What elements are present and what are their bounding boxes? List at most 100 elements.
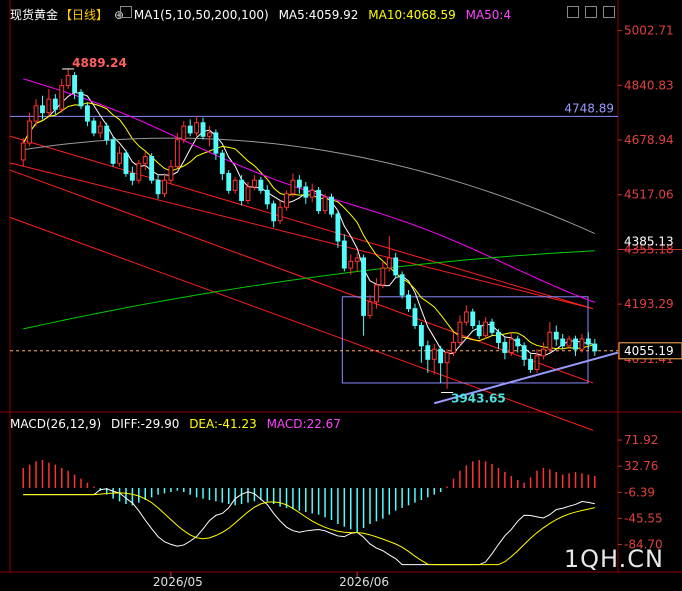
candle-body [284,193,289,208]
candle-body [97,125,103,134]
candle-body [592,343,598,352]
price-tick-label: 4517.06 [624,188,674,202]
candle-body [573,338,578,350]
candle-body [393,257,399,276]
candle-body [470,311,476,327]
macd-tick-label: 71.92 [624,433,658,447]
candle-body [496,331,501,343]
candle-body [515,338,521,347]
candle-body [560,338,566,347]
candle-body [354,257,360,262]
candle-body [406,294,411,310]
candle-body [213,132,219,154]
candle-body [476,325,482,337]
ma-params-label: MA1(5,10,50,200,100) [133,8,269,22]
candle-body [463,311,469,323]
macd-diff-line [23,488,595,566]
candle-body [232,179,238,191]
high-label: 4889.24 [72,56,127,70]
candle-body [444,352,450,364]
candle-body [399,274,405,296]
current-price-label: 4055.19 [624,344,674,358]
candle-body [540,348,546,357]
candle-body [194,122,200,134]
candle-body [386,257,392,269]
price-tick-label: 4678.94 [624,133,674,147]
window-restore-icon[interactable] [585,6,597,18]
candle-body [457,321,463,343]
low-label: 3943.65 [451,391,506,405]
candle-body [528,358,533,370]
horizontal-level-label: 4748.89 [564,101,614,115]
candle-body [110,139,116,164]
callout-price-label: 4385.13 [624,234,674,248]
checkbox-icon[interactable] [120,6,132,18]
candle-body [200,122,206,137]
candle-body [374,284,379,303]
candle-body [277,206,283,222]
chart-canvas: 5002.714840.834678.944517.064355.184193.… [0,0,682,589]
candle-body [264,189,270,205]
candle-body [85,105,90,122]
symbol-label: 现货黄金 [10,8,59,22]
window-min-icon[interactable] [567,6,579,18]
candle-body [579,338,585,350]
candle-body [438,348,444,364]
candle-body [239,179,244,201]
candle-body [335,213,341,242]
candle-body [245,186,251,201]
candle-body [207,132,212,137]
period-label[interactable]: 【日线】 [60,8,108,22]
ma200-line [23,250,595,330]
candle-body [425,345,431,360]
candle-body [142,156,148,164]
ma10-value: MA10:4068.59 [368,8,456,22]
date-label: 2026/05 [153,575,203,589]
macd-dea: DEA:-41.23 [189,417,257,431]
candle-body [348,260,354,269]
window-max-icon[interactable] [603,6,615,18]
candle-body [412,308,418,327]
candle-body [258,179,264,191]
candle-body [553,331,559,340]
candle-body [168,166,174,181]
candle-body [521,345,527,360]
candle-body [20,142,26,161]
candle-body [309,189,315,198]
candle-body [296,179,302,188]
candle-body [136,162,142,181]
candle-body [104,125,110,141]
candle-body [483,321,489,337]
candle-body [52,98,58,110]
candle-body [117,152,122,164]
candle-body [489,321,495,333]
candle-body [27,120,33,144]
candle-body [251,179,257,188]
candle-body [329,196,334,215]
macd-header: MACD(26,12,9) DIFF:-29.90 DEA:-41.23 MAC… [10,417,347,431]
candle-body [316,189,322,212]
candle-body [149,156,155,181]
candle-body [59,85,65,110]
candle-body [322,196,328,212]
macd-dea-line [23,492,595,566]
candle-body [219,152,225,174]
macd-diff: DIFF:-29.90 [110,417,180,431]
price-tick-label: 4840.83 [624,78,674,92]
candle-body [65,74,71,87]
ma100-line [23,137,595,235]
candle-body [162,179,167,195]
candle-body [341,240,347,269]
chart-header: 现货黄金 【日线】 ⊕ MA1(5,10,50,200,100) MA5:4059.… [10,6,517,23]
macd-tick-label: -6.39 [624,485,655,499]
candle-body [155,179,161,195]
candle-body [46,98,52,114]
candle-body [547,331,553,350]
price-tick-label: 5002.71 [624,24,674,38]
candle-body [33,105,39,122]
price-tick-label: 4193.29 [624,297,674,311]
candle-body [129,172,135,181]
candle-body [534,355,540,370]
macd-tick-label: -45.55 [624,511,663,525]
candle-body [40,105,45,114]
